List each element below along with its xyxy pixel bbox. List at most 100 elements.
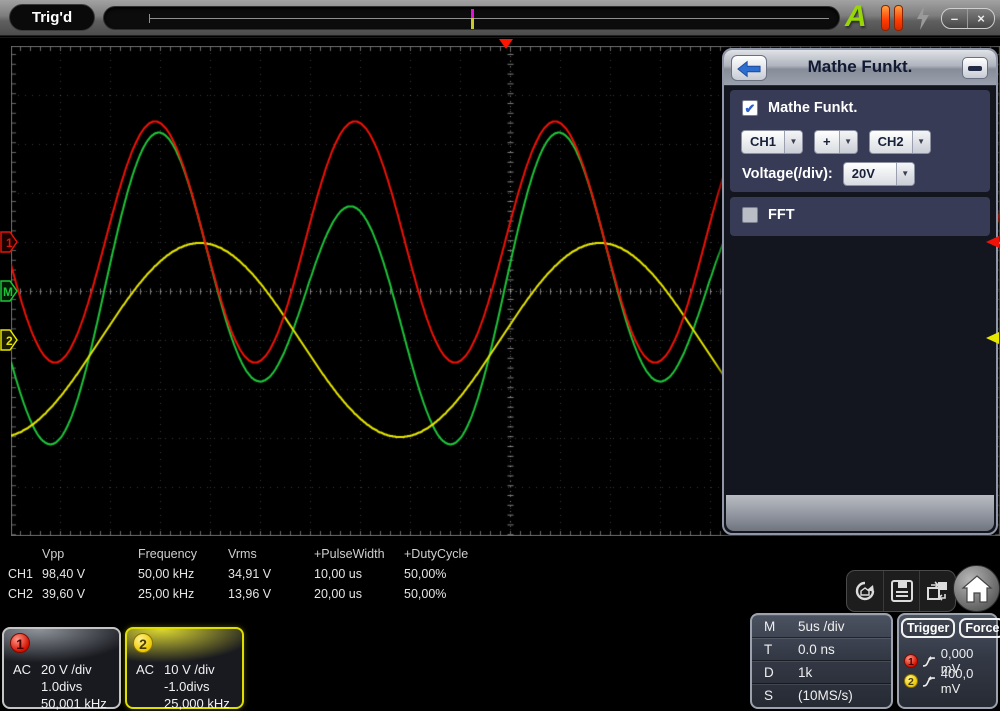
ch1-settings-box[interactable]: 1 AC 20 V /div 1.0divs 50,001 kHz bbox=[2, 627, 121, 711]
timebase-row[interactable]: D 1k bbox=[752, 661, 891, 684]
math-function-panel: Mathe Funkt. ✔ Mathe Funkt. CH1 ▼ + ▼ CH… bbox=[722, 48, 998, 535]
meas-value: 20,00 us bbox=[314, 587, 362, 601]
ch2-position: -1.0divs bbox=[164, 679, 210, 694]
math-section: ✔ Mathe Funkt. CH1 ▼ + ▼ CH2 ▼ Voltage(/… bbox=[730, 90, 990, 192]
source-b-value: CH2 bbox=[877, 134, 904, 149]
flash-icon[interactable] bbox=[915, 6, 931, 30]
meas-value: 50,00% bbox=[404, 567, 447, 581]
timebase-row[interactable]: S (10MS/s) bbox=[752, 684, 891, 707]
svg-text:2: 2 bbox=[6, 334, 13, 348]
timebase-row[interactable]: M 5us /div bbox=[752, 615, 891, 638]
fft-section: FFT bbox=[730, 197, 990, 236]
chevron-down-icon: ▼ bbox=[838, 131, 857, 153]
ch1-badge: 1 bbox=[10, 633, 30, 653]
home-icon bbox=[960, 574, 993, 603]
ch1-trigger-level-arrow[interactable] bbox=[986, 236, 999, 248]
ch2-position-marker[interactable]: 2 bbox=[0, 329, 19, 351]
ch2-trigger-level-arrow[interactable] bbox=[986, 332, 999, 344]
switch-display-icon bbox=[926, 581, 947, 601]
math-position-marker[interactable]: M bbox=[0, 280, 19, 302]
meas-value: 10,00 us bbox=[314, 567, 362, 581]
close-button[interactable]: × bbox=[968, 9, 994, 28]
record-bar-divider bbox=[0, 37, 1000, 38]
ch2-scale: 10 V /div bbox=[164, 662, 215, 677]
timebase-key: M bbox=[764, 619, 776, 634]
autoset-icon bbox=[855, 581, 875, 601]
ch1-scale: 20 V /div bbox=[41, 662, 92, 677]
switch-display-button[interactable] bbox=[919, 571, 955, 611]
meas-value: 34,91 V bbox=[228, 567, 272, 581]
meas-header: Frequency bbox=[138, 547, 198, 561]
ch1-coupling: AC bbox=[13, 662, 32, 677]
svg-text:1: 1 bbox=[6, 236, 13, 250]
timebase-value: 5us /div bbox=[798, 619, 845, 634]
timebase-key: T bbox=[764, 642, 773, 657]
ch2-trigger-level: 400,0 mV bbox=[940, 666, 974, 696]
meas-value: 25,00 kHz bbox=[138, 587, 195, 601]
record-trigger-marker-icon[interactable] bbox=[470, 9, 474, 29]
oscilloscope-app: Trig'd A – × 1 M 2 Vpp Frequency Vrms +P… bbox=[0, 0, 1000, 711]
chevron-down-icon: ▼ bbox=[911, 131, 930, 153]
ch1-position: 1.0divs bbox=[41, 679, 83, 694]
save-icon bbox=[890, 580, 913, 602]
voltage-value: 20V bbox=[851, 166, 875, 181]
collapse-button[interactable] bbox=[962, 57, 988, 79]
minus-icon bbox=[968, 66, 982, 71]
record-position-slider[interactable] bbox=[103, 6, 840, 30]
panel-title: Mathe Funkt. bbox=[807, 57, 913, 76]
home-button[interactable] bbox=[953, 565, 1000, 612]
ch2-coupling: AC bbox=[136, 662, 155, 677]
panel-header: Mathe Funkt. bbox=[724, 50, 996, 86]
timebase-box[interactable]: M 5us /div T 0.0 ns D 1k S (10MS/s) bbox=[750, 613, 893, 709]
quick-icon-bar bbox=[846, 570, 956, 612]
slider-track bbox=[149, 18, 829, 19]
pause-icon[interactable] bbox=[881, 5, 905, 31]
force-button[interactable]: Force bbox=[959, 618, 1000, 638]
measurements-table: Vpp Frequency Vrms +PulseWidth +DutyCycl… bbox=[8, 544, 484, 604]
operator-value: + bbox=[823, 134, 831, 149]
source-a-value: CH1 bbox=[750, 134, 777, 149]
meas-value: 39,60 V bbox=[42, 587, 86, 601]
math-enable-checkbox[interactable]: ✔ bbox=[742, 100, 758, 116]
panel-footer bbox=[726, 495, 994, 531]
svg-text:M: M bbox=[3, 285, 13, 299]
minimize-button[interactable]: – bbox=[942, 9, 969, 28]
math-enable-label: Mathe Funkt. bbox=[768, 100, 858, 116]
ch1-position-marker[interactable]: 1 bbox=[0, 231, 19, 253]
voltage-per-div-label: Voltage(/div): bbox=[742, 166, 833, 182]
timebase-key: D bbox=[764, 665, 774, 680]
trigger-button[interactable]: Trigger bbox=[901, 618, 956, 638]
meas-row-label: CH2 bbox=[8, 587, 34, 601]
trigger-time-marker-icon[interactable] bbox=[499, 39, 513, 49]
meas-row-label: CH1 bbox=[8, 567, 34, 581]
title-bar: Trig'd A – × bbox=[0, 0, 1000, 36]
slider-start-tick bbox=[149, 14, 150, 23]
chevron-down-icon: ▼ bbox=[895, 163, 914, 185]
autoset-button[interactable] bbox=[847, 571, 883, 611]
timebase-value: 0.0 ns bbox=[798, 642, 835, 657]
fft-label: FFT bbox=[768, 207, 795, 223]
voltage-per-div-dropdown[interactable]: 20V ▼ bbox=[842, 162, 915, 186]
trigger-box: Trigger Force 1 0,000 mV 2 400,0 mV bbox=[897, 613, 1000, 709]
chevron-down-icon: ▼ bbox=[784, 131, 803, 153]
fft-checkbox[interactable] bbox=[742, 207, 758, 223]
meas-header: +PulseWidth bbox=[314, 547, 385, 561]
rising-edge-icon bbox=[922, 675, 935, 687]
source-b-dropdown[interactable]: CH2 ▼ bbox=[868, 130, 931, 154]
ch2-settings-box[interactable]: 2 AC 10 V /div -1.0divs 25,000 kHz bbox=[125, 627, 244, 711]
ch1-frequency: 50,001 kHz bbox=[41, 696, 107, 711]
save-button[interactable] bbox=[883, 571, 919, 611]
timebase-key: S bbox=[764, 688, 774, 703]
timebase-value: (10MS/s) bbox=[798, 688, 853, 703]
meas-value: 13,96 V bbox=[228, 587, 272, 601]
operator-dropdown[interactable]: + ▼ bbox=[814, 130, 858, 154]
window-controls: – × bbox=[941, 8, 995, 29]
timebase-value: 1k bbox=[798, 665, 813, 680]
meas-value: 50,00 kHz bbox=[138, 567, 195, 581]
meas-header: Vrms bbox=[228, 547, 257, 561]
ch2-badge: 2 bbox=[904, 674, 918, 688]
app-logo: A bbox=[845, 0, 867, 33]
source-a-dropdown[interactable]: CH1 ▼ bbox=[741, 130, 804, 154]
ch2-frequency: 25,000 kHz bbox=[164, 696, 230, 711]
timebase-row[interactable]: T 0.0 ns bbox=[752, 638, 891, 661]
